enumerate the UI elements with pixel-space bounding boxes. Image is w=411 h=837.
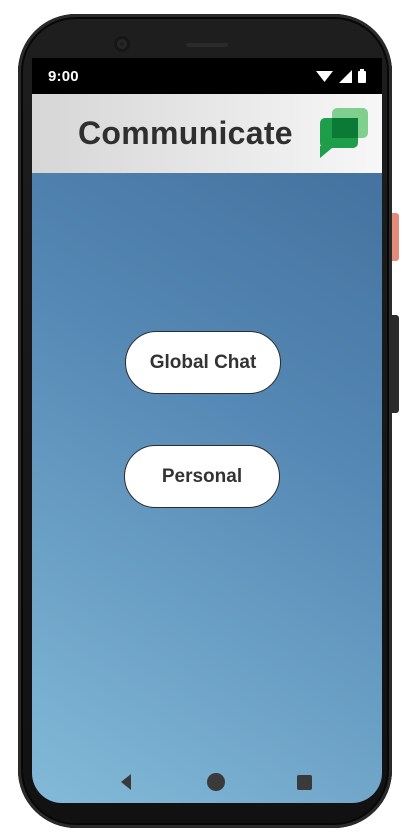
status-time: 9:00 <box>48 68 79 85</box>
wifi-icon <box>316 70 333 82</box>
cell-signal-icon <box>339 69 352 83</box>
power-button <box>392 213 399 261</box>
global-chat-button[interactable]: Global Chat <box>125 331 281 394</box>
back-icon[interactable] <box>121 774 131 790</box>
status-bar: 9:00 <box>32 58 382 94</box>
personal-label: Personal <box>161 465 243 487</box>
phone-screen: 9:00 Communicate Global Chat Personal <box>32 58 382 803</box>
chat-bubbles-icon <box>320 108 368 158</box>
home-icon[interactable] <box>207 773 225 791</box>
app-title: Communicate <box>78 115 293 151</box>
volume-button <box>392 315 399 413</box>
personal-button[interactable]: Personal <box>124 445 280 508</box>
earpiece-speaker <box>186 43 228 47</box>
battery-icon <box>358 69 366 83</box>
recents-icon[interactable] <box>297 775 312 790</box>
front-camera <box>114 36 130 52</box>
global-chat-label: Global Chat <box>149 351 257 373</box>
status-icons <box>316 69 366 83</box>
app-header: Communicate <box>32 94 382 173</box>
navigation-bar <box>32 764 382 803</box>
